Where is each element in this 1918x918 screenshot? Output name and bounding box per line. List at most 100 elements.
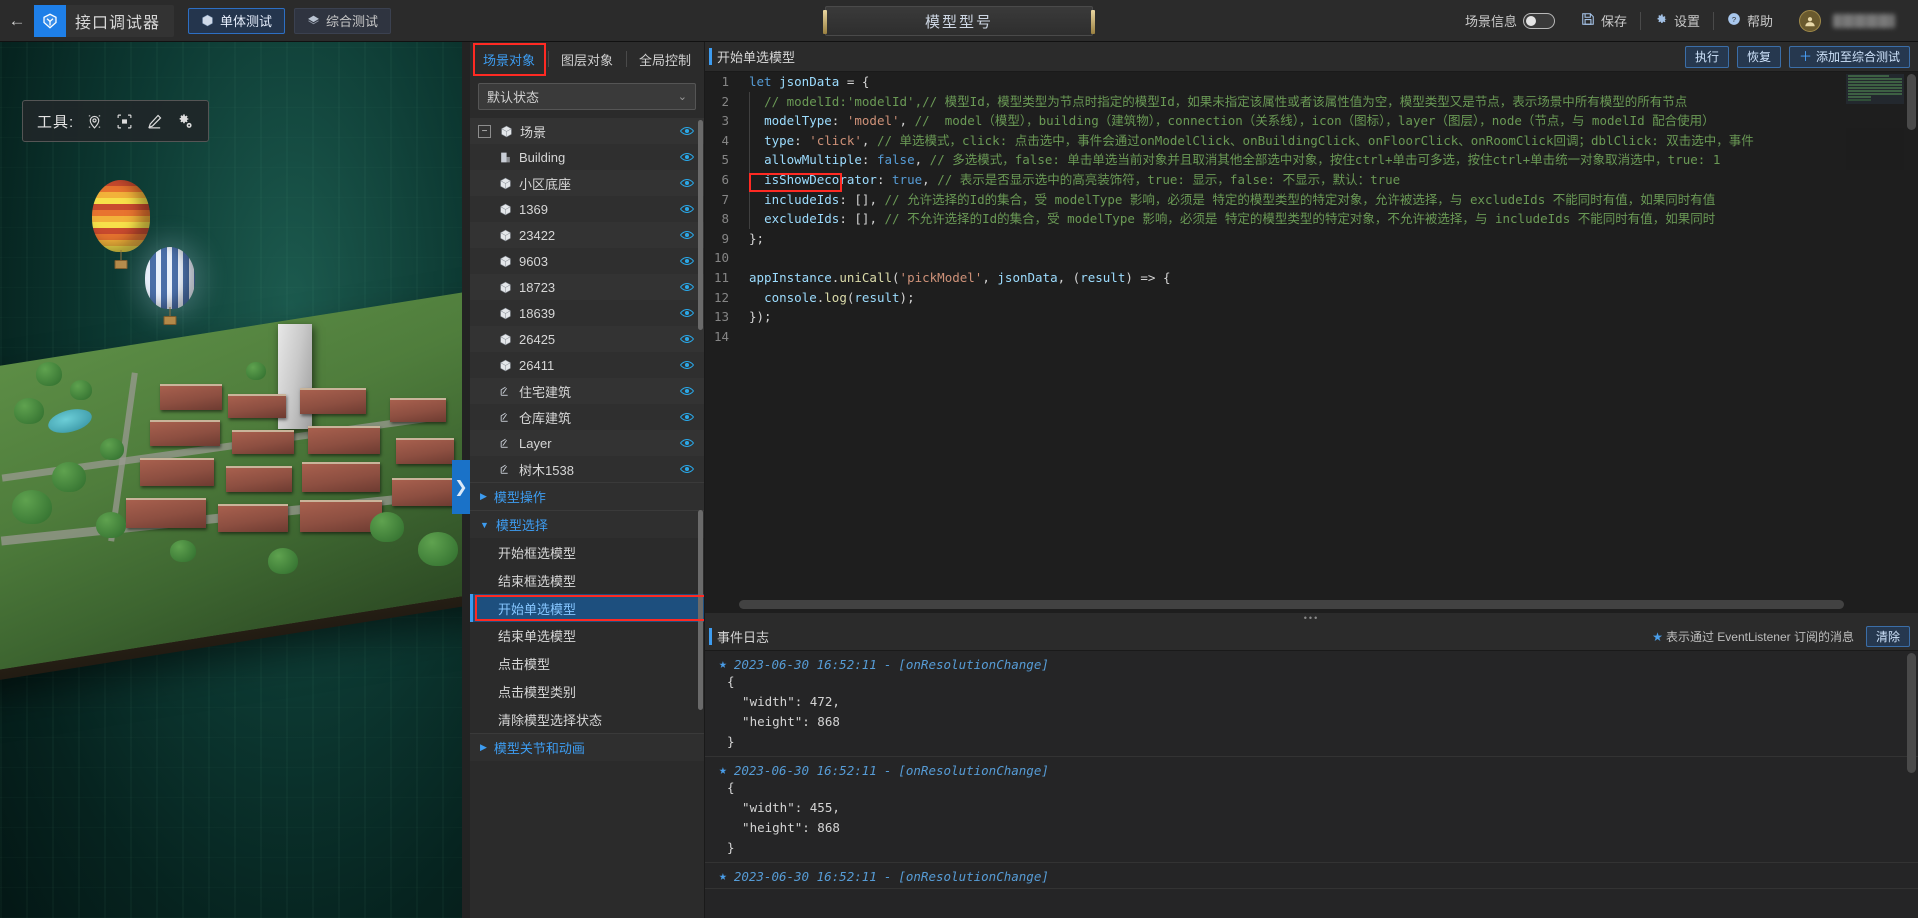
code-content[interactable]: }; bbox=[739, 229, 764, 249]
tab-single-test[interactable]: 单体测试 bbox=[188, 8, 285, 34]
back-arrow-icon[interactable]: ← bbox=[0, 0, 34, 42]
tree-row[interactable]: Building bbox=[470, 144, 704, 170]
code-content[interactable]: modelType: 'model', // model（模型），buildin… bbox=[739, 111, 1715, 131]
add-to-suite-button[interactable]: ＋ 添加至综合测试 bbox=[1789, 46, 1910, 68]
user-menu[interactable] bbox=[1786, 0, 1908, 42]
tree-row[interactable]: −场景 bbox=[470, 118, 704, 144]
crop-frame-icon[interactable] bbox=[114, 111, 134, 131]
tree-row[interactable]: 18723 bbox=[470, 274, 704, 300]
eye-icon[interactable] bbox=[680, 176, 694, 191]
gear-icon[interactable] bbox=[174, 111, 194, 131]
line-number: 3 bbox=[705, 111, 739, 131]
tree-row[interactable]: 小区底座 bbox=[470, 170, 704, 196]
viewport-collapse-button[interactable]: ❯ bbox=[452, 460, 470, 514]
eye-icon[interactable] bbox=[680, 358, 694, 373]
accordion-header[interactable]: ▼模型选择 bbox=[470, 511, 704, 538]
tab-layer-objects-label: 图层对象 bbox=[561, 50, 613, 69]
eye-icon[interactable] bbox=[680, 332, 694, 347]
tree-row[interactable]: Layer bbox=[470, 430, 704, 456]
building-block bbox=[140, 458, 214, 486]
eye-icon[interactable] bbox=[680, 254, 694, 269]
clear-log-button[interactable]: 清除 bbox=[1866, 626, 1910, 647]
save-button[interactable]: 保存 bbox=[1568, 0, 1640, 42]
code-vertical-scrollbar[interactable] bbox=[1907, 74, 1916, 130]
accordion-header[interactable]: ▶模型关节和动画 bbox=[470, 734, 704, 761]
code-content[interactable] bbox=[739, 248, 749, 268]
tree-row[interactable]: 23422 bbox=[470, 222, 704, 248]
code-content[interactable]: let jsonData = { bbox=[739, 72, 869, 92]
pencil-icon[interactable] bbox=[144, 111, 164, 131]
main-content: 工具: bbox=[0, 42, 1918, 918]
scene-info-switch[interactable] bbox=[1523, 13, 1555, 29]
eye-icon[interactable] bbox=[680, 436, 694, 451]
accordion-header[interactable]: ▶模型操作 bbox=[470, 483, 704, 510]
tab-scene-objects[interactable]: 场景对象 bbox=[470, 42, 548, 76]
code-content[interactable]: }); bbox=[739, 307, 772, 327]
code-content[interactable] bbox=[739, 327, 749, 347]
minus-box-icon[interactable]: − bbox=[478, 125, 491, 138]
restore-button[interactable]: 恢复 bbox=[1737, 46, 1781, 68]
accordion-item-label: 清除模型选择状态 bbox=[498, 710, 602, 729]
eye-icon[interactable] bbox=[680, 280, 694, 295]
tree-row[interactable]: 住宅建筑 bbox=[470, 378, 704, 404]
eye-icon[interactable] bbox=[680, 462, 694, 477]
scene-tree[interactable]: −场景Building小区底座1369234229603187231863926… bbox=[470, 118, 704, 482]
run-button[interactable]: 执行 bbox=[1685, 46, 1729, 68]
tree-row[interactable]: 26411 bbox=[470, 352, 704, 378]
tab-global-control[interactable]: 全局控制 bbox=[626, 42, 704, 76]
eye-icon[interactable] bbox=[680, 306, 694, 321]
editor-log-splitter[interactable]: ••• bbox=[705, 613, 1918, 623]
eye-icon[interactable] bbox=[680, 228, 694, 243]
accordion-item[interactable]: 开始框选模型 bbox=[470, 538, 704, 566]
plus-icon: ＋ bbox=[1799, 50, 1812, 63]
accordion-item[interactable]: 开始单选模型 bbox=[470, 594, 704, 622]
code-content[interactable]: isShowDecorator: true, // 表示是否显示选中的高亮装饰符… bbox=[739, 170, 1400, 190]
panel-scrollbar[interactable] bbox=[698, 510, 703, 710]
svg-text:?: ? bbox=[1732, 15, 1736, 24]
tree-row[interactable]: 仓库建筑 bbox=[470, 404, 704, 430]
tab-suite-test[interactable]: 综合测试 bbox=[294, 8, 391, 34]
accordion-item[interactable]: 清除模型选择状态 bbox=[470, 705, 704, 733]
accordion-item[interactable]: 结束框选模型 bbox=[470, 566, 704, 594]
code-content[interactable]: appInstance.uniCall('pickModel', jsonDat… bbox=[739, 268, 1171, 288]
clear-log-label: 清除 bbox=[1876, 628, 1900, 645]
code-horizontal-scrollbar[interactable] bbox=[739, 600, 1844, 609]
scene-viewport[interactable]: 工具: bbox=[0, 42, 470, 918]
code-content[interactable]: // modelId:'modelId',// 模型Id，模型类型为节点时指定的… bbox=[739, 92, 1687, 112]
tab-layer-objects[interactable]: 图层对象 bbox=[548, 42, 626, 76]
accordion-item[interactable]: 结束单选模型 bbox=[470, 621, 704, 649]
code-lines[interactable]: 1let jsonData = {2 // modelId:'modelId',… bbox=[705, 72, 1918, 346]
eye-icon[interactable] bbox=[680, 202, 694, 217]
eye-icon[interactable] bbox=[680, 410, 694, 425]
code-content[interactable]: includeIds: [], // 允许选择的Id的集合，受 modelTyp… bbox=[739, 190, 1715, 210]
help-button[interactable]: ? 帮助 bbox=[1714, 0, 1786, 42]
state-select[interactable]: 默认状态 ⌄ bbox=[478, 83, 696, 110]
code-editor[interactable]: 1let jsonData = {2 // modelId:'modelId',… bbox=[705, 72, 1918, 613]
tree-row[interactable]: 18639 bbox=[470, 300, 704, 326]
accordion-item[interactable]: 点击模型类别 bbox=[470, 677, 704, 705]
tree-scrollbar[interactable] bbox=[698, 120, 703, 330]
tree-row[interactable]: 树木1538 bbox=[470, 456, 704, 482]
scene-info-toggle[interactable]: 场景信息 bbox=[1452, 0, 1568, 42]
code-minimap[interactable] bbox=[1846, 74, 1904, 170]
log-vertical-scrollbar[interactable] bbox=[1907, 653, 1916, 773]
layer-icon bbox=[496, 411, 514, 424]
accordion-item[interactable]: 点击模型 bbox=[470, 649, 704, 677]
log-body[interactable]: ★2023-06-30 16:52:11-[onResolutionChange… bbox=[705, 651, 1918, 918]
eye-icon[interactable] bbox=[680, 124, 694, 139]
building-block bbox=[150, 420, 220, 446]
code-content[interactable]: console.log(result); bbox=[739, 288, 915, 308]
building-block bbox=[300, 388, 366, 414]
eye-icon[interactable] bbox=[680, 150, 694, 165]
eye-icon[interactable] bbox=[680, 384, 694, 399]
code-content[interactable]: type: 'click', // 单选模式，click: 点击选中，事件会通过… bbox=[739, 131, 1754, 151]
settings-button[interactable]: 设置 bbox=[1641, 0, 1713, 42]
code-content[interactable]: excludeIds: [], // 不允许选择的Id的集合，受 modelTy… bbox=[739, 209, 1715, 229]
tree-row[interactable]: 9603 bbox=[470, 248, 704, 274]
code-content[interactable]: allowMultiple: false, // 多选模式，false: 单击单… bbox=[739, 150, 1720, 170]
location-pin-icon[interactable] bbox=[84, 111, 104, 131]
tree-row[interactable]: 1369 bbox=[470, 196, 704, 222]
layer-icon bbox=[496, 463, 514, 476]
tree-row[interactable]: 26425 bbox=[470, 326, 704, 352]
splitter-grip-icon: ••• bbox=[1304, 614, 1319, 623]
